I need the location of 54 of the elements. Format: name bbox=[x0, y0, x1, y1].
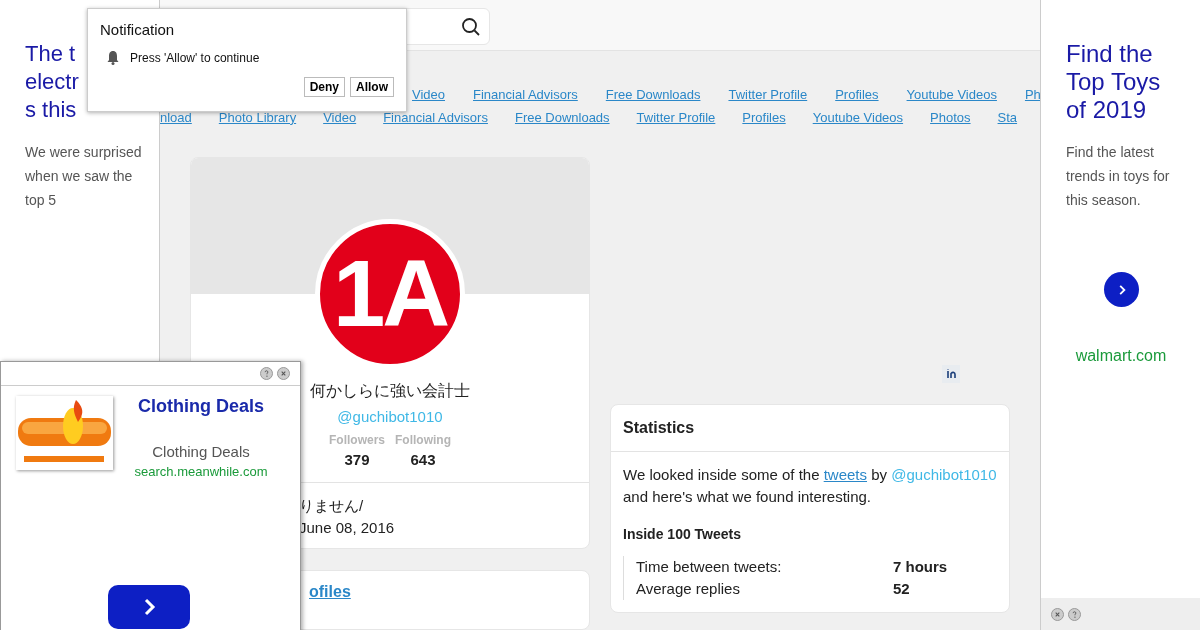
ad-domain[interactable]: search.meanwhile.com bbox=[134, 464, 268, 479]
stat-name: Time between tweets: bbox=[636, 557, 783, 577]
stat-value: 379 bbox=[344, 451, 370, 468]
section-link[interactable]: ofiles bbox=[309, 583, 351, 600]
search-icon[interactable] bbox=[461, 16, 481, 37]
notification-button[interactable]: Deny bbox=[303, 77, 345, 97]
help-icon[interactable] bbox=[1068, 607, 1081, 621]
nav-link[interactable]: Free Downloads bbox=[605, 86, 701, 102]
handle-link[interactable]: @guchibot1010 bbox=[891, 466, 997, 483]
tweets-link[interactable]: tweets bbox=[823, 466, 868, 483]
card-title: Statistics bbox=[623, 419, 695, 436]
nav-link[interactable]: Ph bbox=[1024, 86, 1040, 102]
help-icon[interactable] bbox=[260, 367, 273, 380]
ad-text: We were surprised when we saw the top 5 bbox=[25, 143, 143, 210]
notification-button[interactable]: Allow bbox=[350, 77, 394, 97]
stat-number: 7 hours bbox=[893, 557, 949, 577]
next-button[interactable] bbox=[108, 585, 190, 629]
stat-label: Following bbox=[395, 433, 451, 447]
in-icon[interactable] bbox=[942, 365, 960, 383]
nav-link[interactable]: Twitter Profile bbox=[728, 86, 808, 102]
stat-value: 643 bbox=[410, 451, 436, 468]
ad-headline[interactable]: Find the Top Toys of 2019 bbox=[1066, 40, 1186, 124]
bio-text: りません/ bbox=[299, 497, 365, 516]
nav-link[interactable]: Free Downloads bbox=[514, 109, 610, 125]
nav-link[interactable]: Photo Library bbox=[218, 109, 297, 125]
ad-text: Find the latest trends in toys for this season. bbox=[1066, 143, 1171, 210]
close-icon[interactable] bbox=[277, 367, 290, 380]
nav-link[interactable]: Photos bbox=[930, 109, 971, 125]
stat-label: Followers bbox=[329, 433, 385, 447]
ad-subtitle: Clothing Deals bbox=[152, 443, 250, 460]
nav-link[interactable]: Profiles bbox=[742, 109, 786, 125]
profile-name: 何かしらに強い会計士 bbox=[309, 381, 471, 401]
bio-text: June 08, 2016 bbox=[299, 519, 396, 536]
nav-link[interactable]: Profiles bbox=[835, 86, 879, 102]
nav-link[interactable]: Sta bbox=[997, 109, 1018, 125]
stat-name: Average replies bbox=[636, 579, 741, 599]
notification-title: Notification bbox=[100, 21, 176, 38]
nav-link[interactable]: Youtube Videos bbox=[906, 86, 997, 102]
nav-link[interactable]: Financial Advisors bbox=[473, 86, 578, 102]
ad-title[interactable]: Clothing Deals bbox=[138, 396, 264, 417]
stat-number: 52 bbox=[893, 579, 911, 599]
nav-link[interactable]: Financial Advisors bbox=[383, 109, 488, 125]
section-title: Inside 100 Tweets bbox=[623, 526, 742, 542]
next-button[interactable] bbox=[1104, 272, 1139, 307]
close-icon[interactable] bbox=[1051, 607, 1064, 621]
bell-icon bbox=[106, 50, 120, 65]
ad-domain[interactable]: walmart.com bbox=[1066, 347, 1176, 365]
nav-link[interactable]: Video bbox=[323, 109, 357, 125]
nav-link[interactable]: Youtube Videos bbox=[812, 109, 904, 125]
nav-link[interactable]: Video bbox=[412, 86, 445, 102]
notification-message: Press 'Allow' to continue bbox=[130, 50, 260, 65]
nav-link[interactable]: Twitter Profile bbox=[636, 109, 716, 125]
nav-link[interactable]: nload bbox=[160, 109, 192, 125]
intro-text: We looked inside some of the tweets by @guchibot1010 and here's what we found interesting. bbox=[623, 465, 997, 507]
